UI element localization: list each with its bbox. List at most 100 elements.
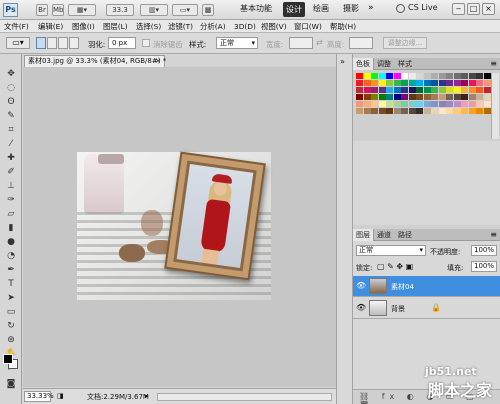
- color-swatch[interactable]: [431, 80, 438, 86]
- color-swatch[interactable]: [378, 101, 386, 107]
- color-swatch[interactable]: [408, 101, 416, 107]
- color-swatch[interactable]: [461, 80, 468, 86]
- blur-tool-icon[interactable]: ●: [4, 236, 18, 249]
- blend-mode-select[interactable]: 正常 ▾: [356, 245, 426, 256]
- color-swatch[interactable]: [446, 87, 453, 93]
- color-swatch[interactable]: [446, 80, 453, 86]
- quick-select-tool-icon[interactable]: ✎: [4, 110, 18, 123]
- color-swatch[interactable]: [483, 80, 491, 86]
- color-swatch[interactable]: [378, 94, 386, 100]
- color-swatch[interactable]: [423, 73, 431, 79]
- color-swatch[interactable]: [438, 94, 446, 100]
- color-swatch[interactable]: [461, 87, 468, 93]
- color-swatch[interactable]: [468, 73, 476, 79]
- color-swatch[interactable]: [431, 101, 438, 107]
- color-swatch[interactable]: [453, 73, 461, 79]
- workspace-design[interactable]: 设计: [283, 2, 305, 17]
- color-swatch[interactable]: [356, 101, 363, 107]
- color-swatch[interactable]: [438, 73, 446, 79]
- color-swatch[interactable]: [363, 108, 371, 114]
- color-swatch[interactable]: [438, 80, 446, 86]
- color-swatch[interactable]: [483, 101, 491, 107]
- color-swatch[interactable]: [401, 108, 408, 114]
- color-swatch[interactable]: [468, 108, 476, 114]
- path-select-tool-icon[interactable]: ➤: [4, 292, 18, 305]
- color-swatch[interactable]: [408, 94, 416, 100]
- color-swatch[interactable]: [393, 80, 401, 86]
- color-swatch[interactable]: [476, 101, 483, 107]
- tab-swatches[interactable]: 色板: [353, 58, 374, 70]
- color-swatch[interactable]: [461, 101, 468, 107]
- color-swatch[interactable]: [438, 87, 446, 93]
- color-swatch[interactable]: [378, 87, 386, 93]
- tab-adjustments[interactable]: 调整: [374, 58, 394, 70]
- color-swatch[interactable]: [483, 94, 491, 100]
- menu-analysis[interactable]: 分析(A): [200, 21, 226, 32]
- panel-menu-icon[interactable]: ≡: [490, 59, 497, 68]
- workspace-painting[interactable]: 绘画: [313, 3, 329, 14]
- color-swatch[interactable]: [446, 101, 453, 107]
- history-brush-tool-icon[interactable]: ✑: [4, 194, 18, 207]
- color-swatch[interactable]: [468, 101, 476, 107]
- view-extras-button[interactable]: ▦▾: [68, 4, 96, 16]
- eraser-tool-icon[interactable]: ▱: [4, 208, 18, 221]
- color-swatch[interactable]: [446, 108, 453, 114]
- move-tool-icon[interactable]: ✥: [4, 68, 18, 81]
- color-swatch[interactable]: [483, 87, 491, 93]
- color-swatch[interactable]: [476, 87, 483, 93]
- color-swatch[interactable]: [363, 87, 371, 93]
- refine-edge-button[interactable]: 调整边缘...: [383, 37, 427, 49]
- feather-input[interactable]: 0 px: [108, 37, 136, 49]
- color-swatch[interactable]: [363, 80, 371, 86]
- color-swatch[interactable]: [408, 87, 416, 93]
- color-swatch[interactable]: [386, 101, 393, 107]
- horizontal-scrollbar[interactable]: [157, 393, 332, 401]
- color-swatch[interactable]: [393, 87, 401, 93]
- color-swatch[interactable]: [356, 87, 363, 93]
- menu-3d[interactable]: 3D(D): [234, 21, 256, 32]
- color-swatch[interactable]: [461, 108, 468, 114]
- color-swatch[interactable]: [401, 87, 408, 93]
- layers-menu-icon[interactable]: ≡: [490, 230, 497, 239]
- color-swatch[interactable]: [363, 94, 371, 100]
- workspace-essentials[interactable]: 基本功能: [240, 3, 272, 14]
- width-input[interactable]: [289, 37, 313, 49]
- collapse-panels-icon[interactable]: »: [340, 57, 345, 66]
- color-swatch[interactable]: [356, 73, 363, 79]
- eye-icon[interactable]: 👁: [356, 281, 366, 291]
- color-swatch[interactable]: [453, 94, 461, 100]
- color-swatch[interactable]: [393, 73, 401, 79]
- fill-input[interactable]: 100%: [471, 261, 497, 272]
- tab-channels[interactable]: 通道: [374, 229, 394, 241]
- color-swatch[interactable]: [378, 73, 386, 79]
- color-swatch[interactable]: [453, 101, 461, 107]
- color-swatch[interactable]: [363, 101, 371, 107]
- color-swatch[interactable]: [408, 80, 416, 86]
- zoom-field[interactable]: 33.33%: [24, 391, 54, 402]
- color-swatch[interactable]: [476, 94, 483, 100]
- color-swatch[interactable]: [386, 108, 393, 114]
- color-swatch[interactable]: [401, 94, 408, 100]
- type-tool-icon[interactable]: T: [4, 278, 18, 291]
- color-swatch[interactable]: [476, 80, 483, 86]
- lasso-tool-icon[interactable]: ʘ: [4, 96, 18, 109]
- antialias-checkbox[interactable]: [142, 39, 150, 47]
- menu-window[interactable]: 窗口(W): [294, 21, 322, 32]
- color-swatch[interactable]: [431, 94, 438, 100]
- color-swatch[interactable]: [378, 108, 386, 114]
- menu-filter[interactable]: 滤镜(T): [168, 21, 193, 32]
- workspace-overflow-icon[interactable]: »: [368, 3, 374, 13]
- menu-file[interactable]: 文件(F): [4, 21, 29, 32]
- 3d-orbit-tool-icon[interactable]: ⊛: [4, 334, 18, 347]
- layer-row-selected[interactable]: 👁 素材04: [353, 276, 500, 297]
- shape-tool-icon[interactable]: ▭: [4, 306, 18, 319]
- color-swatch[interactable]: [438, 108, 446, 114]
- brush-tool-icon[interactable]: ✐: [4, 166, 18, 179]
- color-swatch[interactable]: [401, 80, 408, 86]
- color-swatch[interactable]: [476, 73, 483, 79]
- menu-layer[interactable]: 图层(L): [103, 21, 128, 32]
- color-swatch[interactable]: [371, 73, 378, 79]
- swatch-grid[interactable]: [356, 73, 496, 139]
- color-swatch[interactable]: [386, 73, 393, 79]
- color-swatch[interactable]: [371, 94, 378, 100]
